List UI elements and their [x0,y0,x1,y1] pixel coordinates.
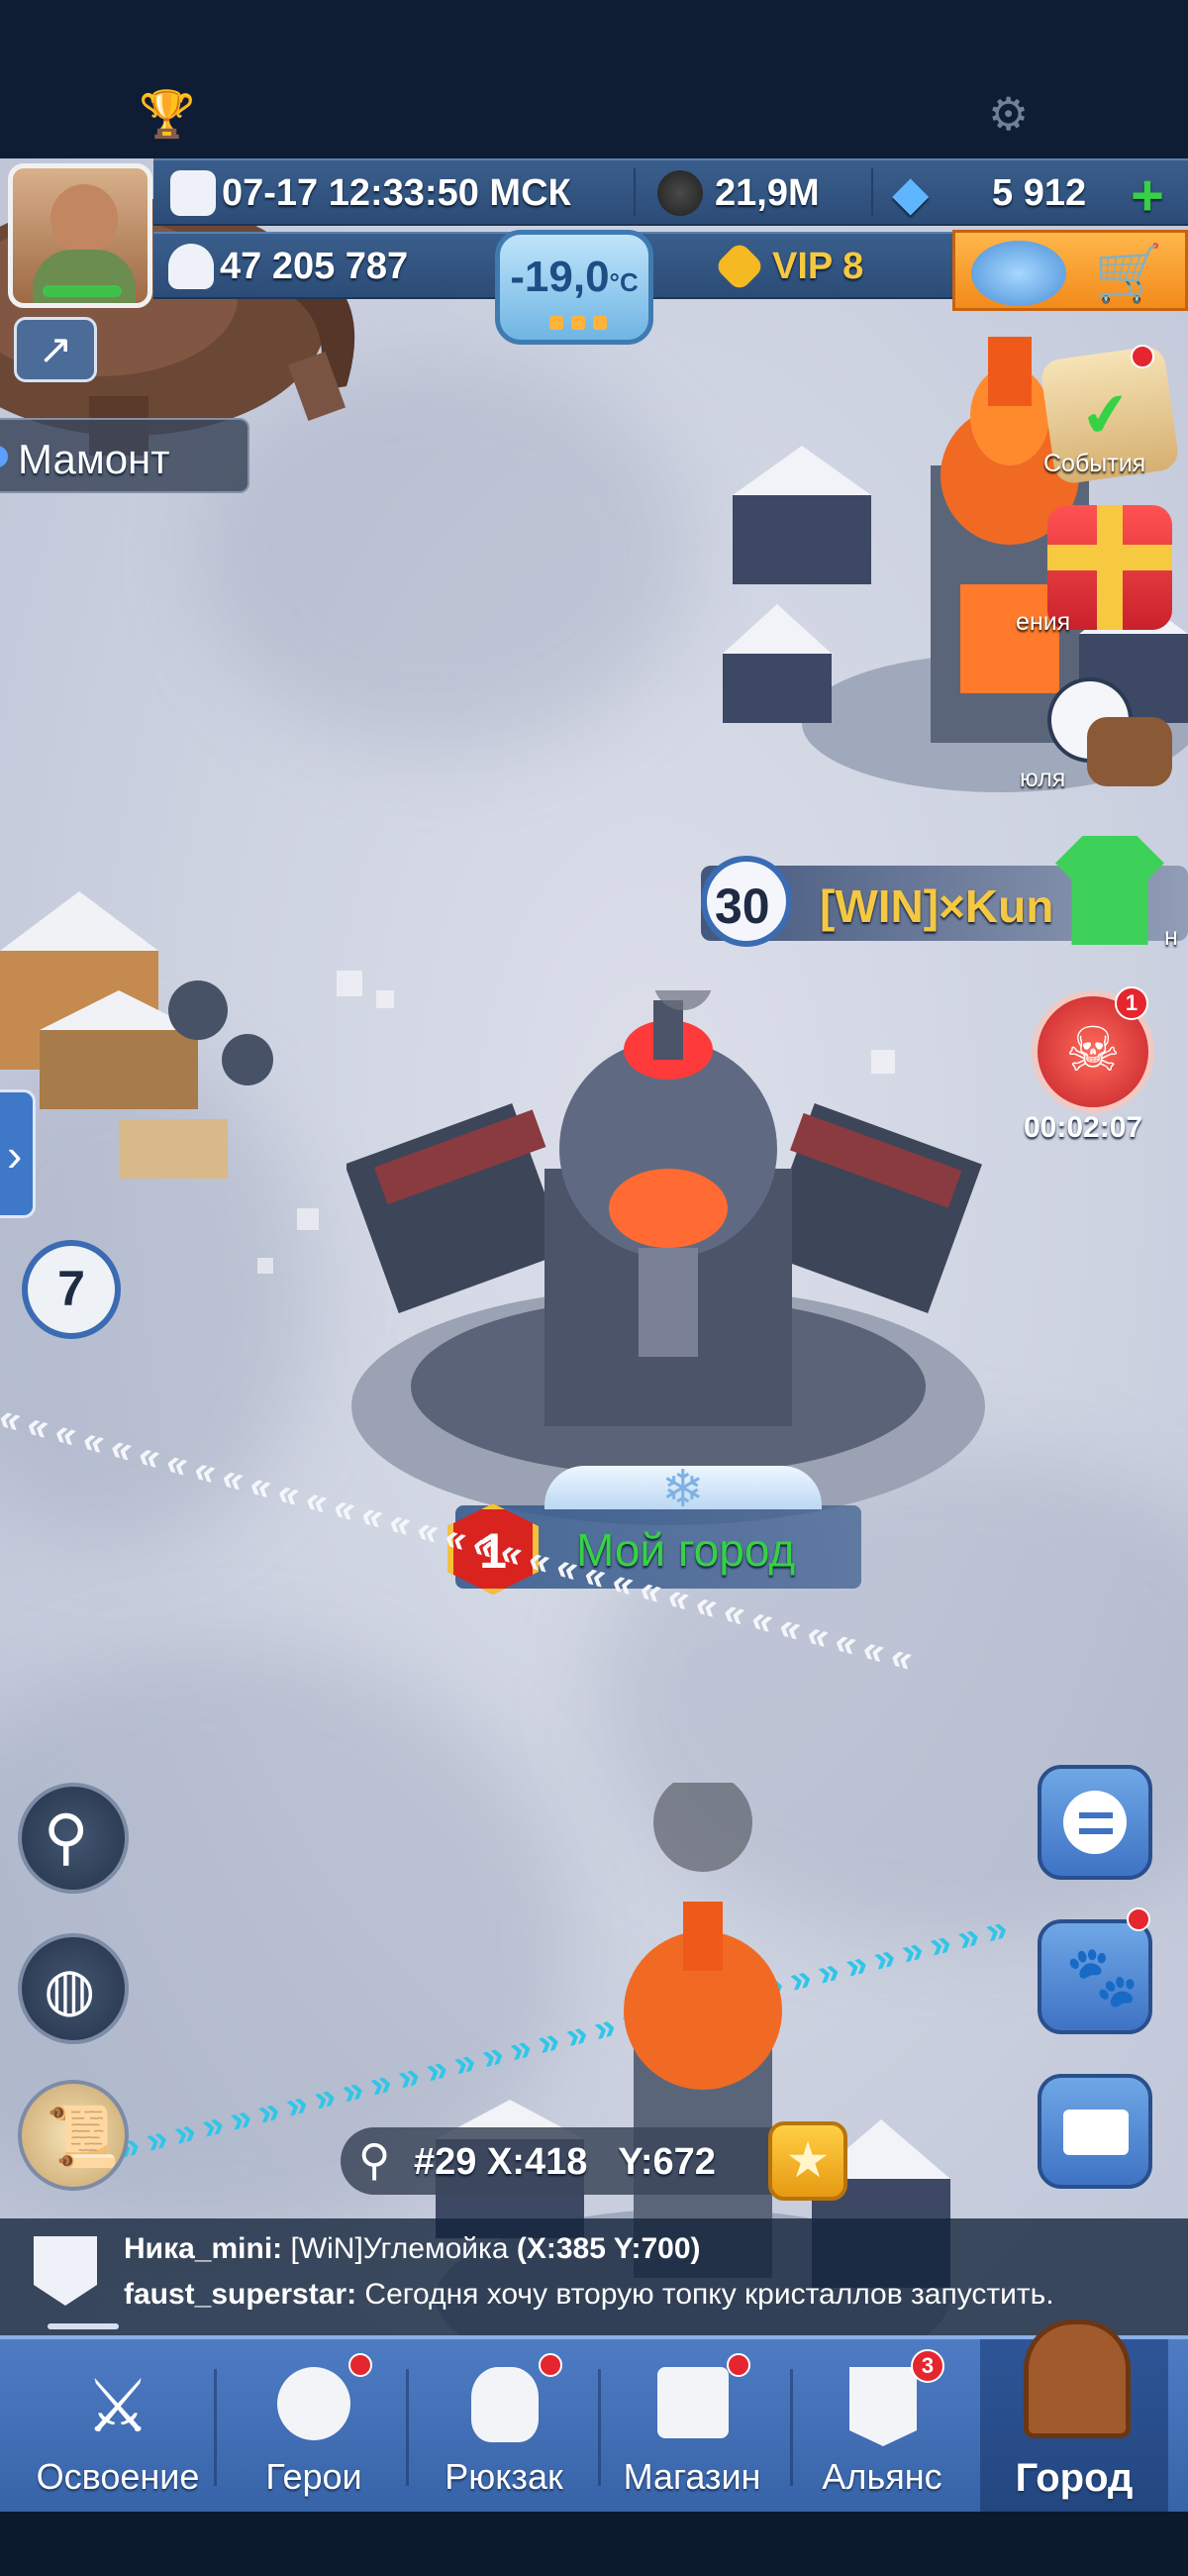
hero-face-icon [277,2367,350,2440]
jersey-event-button[interactable] [1047,828,1172,953]
crossed-swords-icon: ⚔ [84,2365,151,2447]
power-value[interactable]: 47 205 787 [220,246,408,288]
avatar-health-bar [43,285,122,297]
temperature-indicator[interactable]: -19,0°C [495,230,653,345]
nav-shop[interactable]: Магазин [598,2339,786,2516]
left-city-level-badge: 7 [22,1240,121,1339]
bottom-system-bar [0,2512,1188,2576]
nav-backpack[interactable]: Рюкзак [410,2339,598,2516]
raid-timer: 00:02:07 [1024,1111,1143,1144]
add-gems-icon[interactable]: + [1131,162,1164,229]
football-event-button[interactable] [1047,677,1172,802]
search-icon: ⚲ [44,1803,89,1872]
settings-gear-icon[interactable]: ⚙ [988,91,1029,137]
coal-icon [657,170,703,216]
paw-icon: 🐾 [1065,1943,1139,2009]
events-notification-dot [1131,345,1154,368]
search-button[interactable]: ⚲ [18,1783,129,1894]
nav-heroes[interactable]: Герои [220,2339,408,2516]
power-fist-icon [168,244,214,289]
city-gate-icon [1024,2319,1131,2438]
gem-sack-icon [971,241,1066,306]
bookmark-button[interactable]: ★ [768,2121,847,2201]
mammoth-name: Мамонт [18,436,170,482]
arrow-up-icon: ↗ [38,326,73,372]
chat-preview[interactable]: Ника_mini: [WiN]Углемойка (X:385 Y:700) … [0,2218,1188,2335]
world-map[interactable]: Мамонт 30 [WIN]×Kun › 7 1 Мой город ❄ ««… [0,158,1188,2337]
server-datetime: 07-17 12:33:50 МСК [222,172,571,214]
player-avatar[interactable] [8,163,152,308]
status-bar: 🏆 ⚙ [0,0,1188,158]
menu-button[interactable] [1038,1765,1152,1880]
snowflake-icon: ❄ [661,1461,705,1518]
alliance-shield-icon [34,2236,97,2306]
football-event-label: юля [1020,765,1066,792]
alliance-badge: 3 [911,2349,944,2383]
shop-icon [657,2367,729,2438]
gem-icon: ◆ [893,167,929,219]
gift-label: ения [1016,608,1071,636]
calendar-icon [170,170,216,216]
sack-icon [471,2367,539,2442]
expand-side-panel[interactable]: › [0,1089,36,1218]
coordinates-text: #29 X:418 Y:672 [414,2141,716,2183]
chevron-right-icon: › [7,1129,23,1181]
mail-button[interactable] [1038,2074,1152,2189]
star-icon: ★ [785,2132,831,2188]
envelope-icon [1063,2110,1129,2155]
jersey-event-label: н [1164,923,1178,951]
scroll-icon: 📜 [46,2104,120,2170]
shopping-cart-icon: 🛒 [1094,242,1163,304]
coal-amount[interactable]: 21,9M [715,172,820,215]
pet-notification-dot [1127,1907,1150,1931]
globe-icon: ◍ [44,1956,96,2022]
skull-icon: ☠ [1065,1016,1121,1084]
events-label: События [1043,450,1146,477]
nav-city[interactable]: Город [980,2319,1168,2516]
vip-level[interactable]: VIP 8 [772,246,863,288]
menu-icon [1063,1791,1127,1854]
mammoth-label[interactable]: Мамонт [0,418,249,493]
chat-message-1: Ника_mini: [WiN]Углемойка (X:385 Y:700) [124,2232,701,2265]
nav-alliance[interactable]: 3 Альянс [788,2339,976,2516]
jersey-icon [1055,836,1164,945]
world-button[interactable]: ◍ [18,1933,129,2044]
football-boot-icon [1087,717,1172,786]
gems-amount[interactable]: 5 912 [992,172,1086,215]
snowflake-crest: ❄ [544,1461,822,1518]
pet-button[interactable]: 🐾 [1038,1919,1152,2034]
power-up-button[interactable]: ↗ [14,317,97,382]
shop-offer-button[interactable]: 🛒 [952,230,1188,311]
alliance-flag-icon [849,2367,917,2446]
quest-scroll-button[interactable]: 📜 [18,2080,129,2191]
left-city[interactable] [0,891,327,1218]
temperature-value: -19,0 [510,253,610,301]
raid-badge: 1 [1115,986,1148,1020]
search-coords-icon: ⚲ [358,2136,391,2185]
neighbor-level: 30 [715,878,770,934]
trophy-icon[interactable]: 🏆 [139,91,195,137]
chat-message-2: faust_superstar: Сегодня хочу вторую топ… [124,2278,1054,2311]
nav-expedition[interactable]: ⚔ Освоение [24,2339,212,2516]
checklist-icon: ✔ [1076,378,1136,452]
bottom-navigation: ⚔ Освоение Герои Рюкзак Магазин 3 Альянс… [0,2319,1188,2516]
neighbor-name: [WIN]×Kun [820,880,1054,932]
coordinates-bar[interactable]: ⚲ #29 X:418 Y:672 [341,2127,806,2195]
